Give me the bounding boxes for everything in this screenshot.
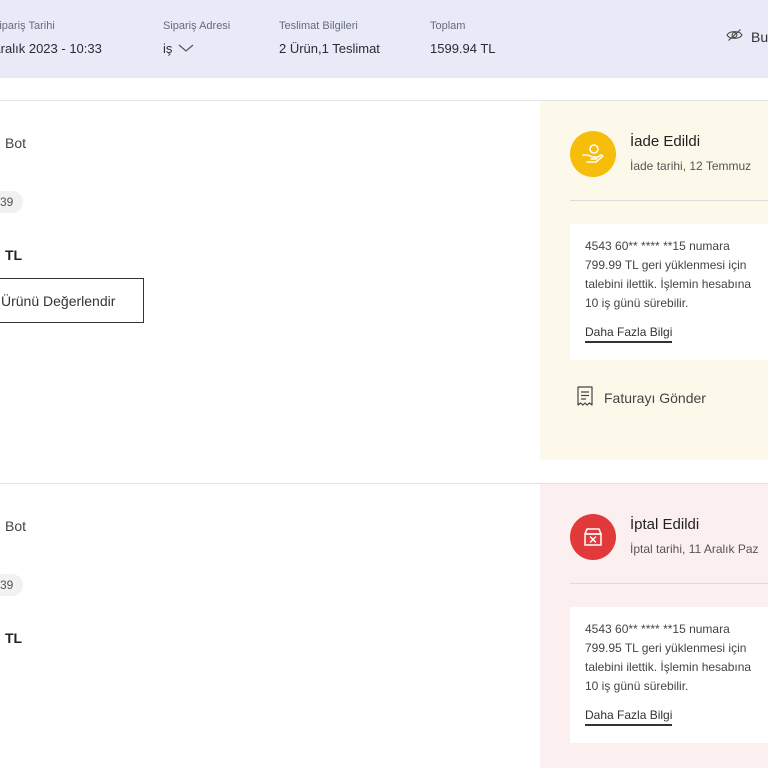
refund-line: 4543 60** **** **15 numara xyxy=(585,622,730,636)
delivery-info-label: Teslimat Bilgileri xyxy=(279,20,358,32)
total-value: 1599.94 TL xyxy=(430,41,496,56)
receipt-icon xyxy=(576,386,594,409)
delivery-card: Bot 39 TL Ürünü Değerlendir İade Edildi … xyxy=(0,100,768,460)
hide-order-button[interactable]: Bu xyxy=(726,28,768,45)
send-invoice-label: Faturayı Gönder xyxy=(604,389,706,406)
refund-line: talebini ilettik. İşlemin hesabına xyxy=(585,660,752,674)
more-info-link[interactable]: Daha Fazla Bilgi xyxy=(585,708,673,726)
total-group: Toplam 1599.94 TL xyxy=(430,19,496,58)
status-date: İade tarihi, 12 Temmuz xyxy=(630,159,752,173)
size-badge: 39 xyxy=(0,574,24,596)
product-name[interactable]: Bot xyxy=(5,135,26,151)
chevron-down-icon xyxy=(178,40,194,58)
status-title: İptal Edildi xyxy=(630,516,700,533)
product-price: TL xyxy=(5,247,23,263)
address-dropdown[interactable]: iş xyxy=(163,40,230,58)
order-date-group: Sipariş Tarihi Aralık 2023 - 10:33 xyxy=(0,19,102,58)
refund-line: 4543 60** **** **15 numara xyxy=(585,239,730,253)
address-value: iş xyxy=(163,41,173,56)
review-product-button[interactable]: Ürünü Değerlendir xyxy=(0,278,144,323)
hand-coin-icon xyxy=(570,131,616,177)
eye-off-icon xyxy=(726,28,743,45)
refund-text: 4543 60** **** **15 numara 799.99 TL ger… xyxy=(585,237,768,313)
more-info-link[interactable]: Daha Fazla Bilgi xyxy=(585,325,673,343)
refund-line: talebini ilettik. İşlemin hesabına xyxy=(585,277,752,291)
order-date-value: Aralık 2023 - 10:33 xyxy=(0,40,102,58)
send-invoice-button[interactable]: Faturayı Gönder xyxy=(576,386,706,409)
total-label: Toplam xyxy=(430,20,466,32)
refund-line: 10 iş günü sürebilir. xyxy=(585,296,689,310)
order-header: Sipariş Tarihi Aralık 2023 - 10:33 Sipar… xyxy=(0,0,768,78)
box-x-icon xyxy=(570,514,616,560)
product-info: Bot 39 TL Ürünü Değerlendir xyxy=(0,101,540,460)
size-badge: 39 xyxy=(0,191,24,213)
refund-info-box: 4543 60** **** **15 numara 799.99 TL ger… xyxy=(570,224,768,360)
divider xyxy=(570,200,768,201)
refund-text: 4543 60** **** **15 numara 799.95 TL ger… xyxy=(585,620,768,696)
status-title: İade Edildi xyxy=(630,133,701,150)
order-date-label: Sipariş Tarihi xyxy=(0,20,55,32)
delivery-info-value: 2 Ürün,1 Teslimat xyxy=(279,41,380,56)
refund-line: 799.95 TL geri yüklenmesi için xyxy=(585,641,747,655)
order-address-label: Sipariş Adresi xyxy=(163,20,231,32)
divider xyxy=(570,583,768,584)
delivery-info-group: Teslimat Bilgileri 2 Ürün,1 Teslimat xyxy=(279,19,380,58)
status-date: İptal tarihi, 11 Aralık Paz xyxy=(630,542,759,556)
delivery-card: Bot 39 TL İptal Edildi İptal tarihi, 11 … xyxy=(0,483,768,768)
order-address-group: Sipariş Adresi iş xyxy=(163,19,230,58)
refund-line: 799.99 TL geri yüklenmesi için xyxy=(585,258,747,272)
refund-info-box: 4543 60** **** **15 numara 799.95 TL ger… xyxy=(570,607,768,743)
product-name[interactable]: Bot xyxy=(5,518,26,534)
product-info: Bot 39 TL xyxy=(0,484,540,768)
product-price: TL xyxy=(5,630,23,646)
refund-status-panel: İade Edildi İade tarihi, 12 Temmuz 4543 … xyxy=(540,101,768,460)
cancel-status-panel: İptal Edildi İptal tarihi, 11 Aralık Paz… xyxy=(540,484,768,768)
order-date-text: Aralık 2023 - 10:33 xyxy=(0,41,102,56)
refund-line: 10 iş günü sürebilir. xyxy=(585,679,689,693)
hide-order-label: Bu xyxy=(751,28,768,45)
